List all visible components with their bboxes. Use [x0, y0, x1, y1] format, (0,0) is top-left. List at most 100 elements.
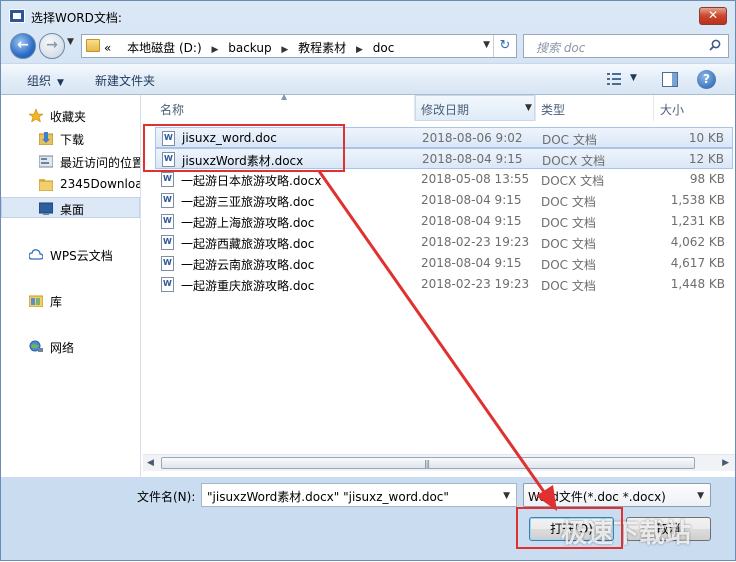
dialog-footer: 文件名(N): "jisuxzWord素材.docx" "jisuxz_word… [1, 477, 735, 561]
file-name: 一起游重庆旅游攻略.doc [181, 279, 315, 293]
navigation-pane: 收藏夹 下载 最近访问的位置 2345Downloa 桌面 WPS云文档 库 网… [1, 95, 141, 477]
file-name: 一起游三亚旅游攻略.doc [181, 195, 315, 209]
organize-label: 组织 [27, 74, 52, 88]
folder-icon [39, 179, 53, 191]
column-header-name[interactable]: 名称 [160, 101, 184, 118]
filename-input[interactable]: "jisuxzWord素材.docx" "jisuxz_word.doc" ▼ [201, 483, 517, 507]
breadcrumb-materials[interactable]: 教程素材 [298, 41, 346, 55]
breadcrumb-backup[interactable]: backup [228, 41, 271, 55]
word-document-icon [161, 193, 174, 208]
file-type: DOC 文档 [542, 133, 597, 147]
file-row[interactable]: 一起游上海旅游攻略.doc 2018-08-04 9:15 DOC 文档 1,231 … [155, 211, 733, 232]
forward-button[interactable]: → [39, 33, 65, 59]
scrollbar-thumb[interactable]: ||| [161, 457, 695, 469]
column-filter-dropdown-icon[interactable]: ▼ [525, 103, 532, 113]
breadcrumb-drive[interactable]: 本地磁盘 (D:) [127, 41, 201, 55]
sidebar-item-label: 最近访问的位置 [60, 156, 140, 170]
sidebar-item-libraries[interactable]: 库 [1, 290, 140, 311]
recent-locations-dropdown[interactable]: ▼ [67, 37, 74, 47]
file-type: DOC 文档 [541, 258, 596, 272]
dialog-title: 选择WORD文档: [31, 11, 122, 25]
file-type: DOCX 文档 [541, 174, 605, 188]
address-bar[interactable]: « 本地磁盘 (D:) ▶ backup ▶ 教程素材 ▶ doc ▼ ↻ [81, 34, 517, 58]
chevron-down-icon[interactable]: ▼ [503, 491, 510, 501]
close-button[interactable]: ✕ [699, 7, 727, 25]
file-name: 一起游日本旅游攻略.docx [181, 174, 322, 188]
file-type: DOC 文档 [541, 279, 596, 293]
chevron-right-icon[interactable]: ▶ [211, 45, 218, 55]
sidebar-item-label: 桌面 [60, 203, 85, 217]
help-icon[interactable]: ? [697, 70, 716, 89]
file-type: DOCX 文档 [542, 154, 606, 168]
word-document-icon [161, 235, 174, 250]
view-dropdown-icon[interactable]: ▼ [630, 73, 637, 83]
word-document-icon [161, 277, 174, 292]
sidebar-item-label: WPS云文档 [50, 249, 113, 263]
network-icon [29, 340, 43, 352]
address-dropdown-icon[interactable]: ▼ [483, 40, 490, 50]
sort-ascending-icon: ▲ [281, 92, 288, 101]
file-name: 一起游云南旅游攻略.doc [181, 258, 315, 272]
file-row[interactable]: 一起游重庆旅游攻略.doc 2018-02-23 19:23 DOC 文档 1,448… [155, 274, 733, 295]
scroll-right-icon[interactable]: ▶ [722, 458, 729, 468]
column-header-size[interactable]: 大小 [660, 101, 684, 118]
grip-icon: ||| [424, 459, 430, 468]
sidebar-item-downloads[interactable]: 下载 [1, 128, 140, 149]
search-input[interactable]: 搜索 doc [523, 34, 729, 58]
sidebar-item-label: 收藏夹 [50, 110, 87, 124]
file-type: DOC 文档 [541, 216, 596, 230]
folder-icon [86, 39, 100, 52]
scroll-left-icon[interactable]: ◀ [147, 458, 154, 468]
refresh-icon[interactable]: ↻ [493, 35, 516, 57]
sidebar-item-wps-cloud[interactable]: WPS云文档 [1, 244, 140, 265]
sidebar-item-label: 库 [50, 295, 63, 309]
view-options-icon[interactable] [607, 73, 621, 85]
file-size: 98 KB [689, 172, 725, 186]
back-button[interactable]: ← [10, 33, 36, 59]
filename-value: "jisuxzWord素材.docx" "jisuxz_word.doc" [207, 490, 449, 504]
chevron-right-icon[interactable]: ▶ [281, 45, 288, 55]
chevron-down-icon: ▼ [57, 78, 64, 88]
search-icon [709, 39, 721, 51]
sidebar-item-desktop[interactable]: 桌面 [1, 197, 140, 218]
file-type: DOC 文档 [541, 195, 596, 209]
preview-pane-icon[interactable] [662, 72, 678, 87]
star-icon [29, 109, 43, 122]
sidebar-item-network[interactable]: 网络 [1, 336, 140, 357]
file-name: 一起游西藏旅游攻略.doc [181, 237, 315, 251]
column-header-date[interactable]: 修改日期 [421, 101, 469, 118]
file-date: 2018-05-08 13:55 [421, 172, 530, 186]
sidebar-item-2345downloads[interactable]: 2345Downloa [1, 174, 140, 195]
file-type-select[interactable]: Word文件(*.doc *.docx) ▼ [523, 483, 711, 507]
breadcrumb: « 本地磁盘 (D:) ▶ backup ▶ 教程素材 ▶ doc [104, 39, 394, 56]
navigation-bar: ← → ▼ « 本地磁盘 (D:) ▶ backup ▶ 教程素材 ▶ doc … [1, 31, 735, 61]
file-row[interactable]: 一起游云南旅游攻略.doc 2018-08-04 9:15 DOC 文档 4,617 … [155, 253, 733, 274]
file-date: 2018-08-04 9:15 [421, 193, 522, 207]
file-date: 2018-02-23 19:23 [421, 277, 530, 291]
column-header-type[interactable]: 类型 [541, 101, 565, 118]
file-size: 4,617 KB [670, 256, 725, 270]
sidebar-item-recent[interactable]: 最近访问的位置 [1, 151, 140, 172]
breadcrumb-overflow[interactable]: « [104, 41, 111, 55]
organize-button[interactable]: 组织 ▼ [27, 72, 64, 89]
word-document-icon [161, 172, 174, 187]
open-file-dialog: 选择WORD文档: ✕ ← → ▼ « 本地磁盘 (D:) ▶ backup ▶… [0, 0, 736, 561]
recent-places-icon [39, 155, 53, 168]
desktop-icon [39, 202, 53, 215]
file-size: 1,448 KB [670, 277, 725, 291]
file-date: 2018-08-04 9:15 [421, 214, 522, 228]
sidebar-item-favorites[interactable]: 收藏夹 [1, 105, 140, 126]
file-row[interactable]: 一起游三亚旅游攻略.doc 2018-08-04 9:15 DOC 文档 1,538 … [155, 190, 733, 211]
library-icon [29, 295, 43, 307]
chevron-right-icon[interactable]: ▶ [356, 45, 363, 55]
sidebar-item-label: 网络 [50, 341, 75, 355]
sidebar-item-label: 2345Downloa [60, 177, 140, 191]
new-folder-button[interactable]: 新建文件夹 [95, 72, 155, 89]
horizontal-scrollbar[interactable]: ◀ ||| ▶ [143, 454, 735, 471]
file-row[interactable]: 一起游日本旅游攻略.docx 2018-05-08 13:55 DOCX 文档 98 … [155, 169, 733, 190]
file-type: DOC 文档 [541, 237, 596, 251]
breadcrumb-doc[interactable]: doc [373, 41, 395, 55]
file-row[interactable]: 一起游西藏旅游攻略.doc 2018-02-23 19:23 DOC 文档 4,062… [155, 232, 733, 253]
file-size: 1,538 KB [670, 193, 725, 207]
cloud-icon [29, 249, 43, 260]
